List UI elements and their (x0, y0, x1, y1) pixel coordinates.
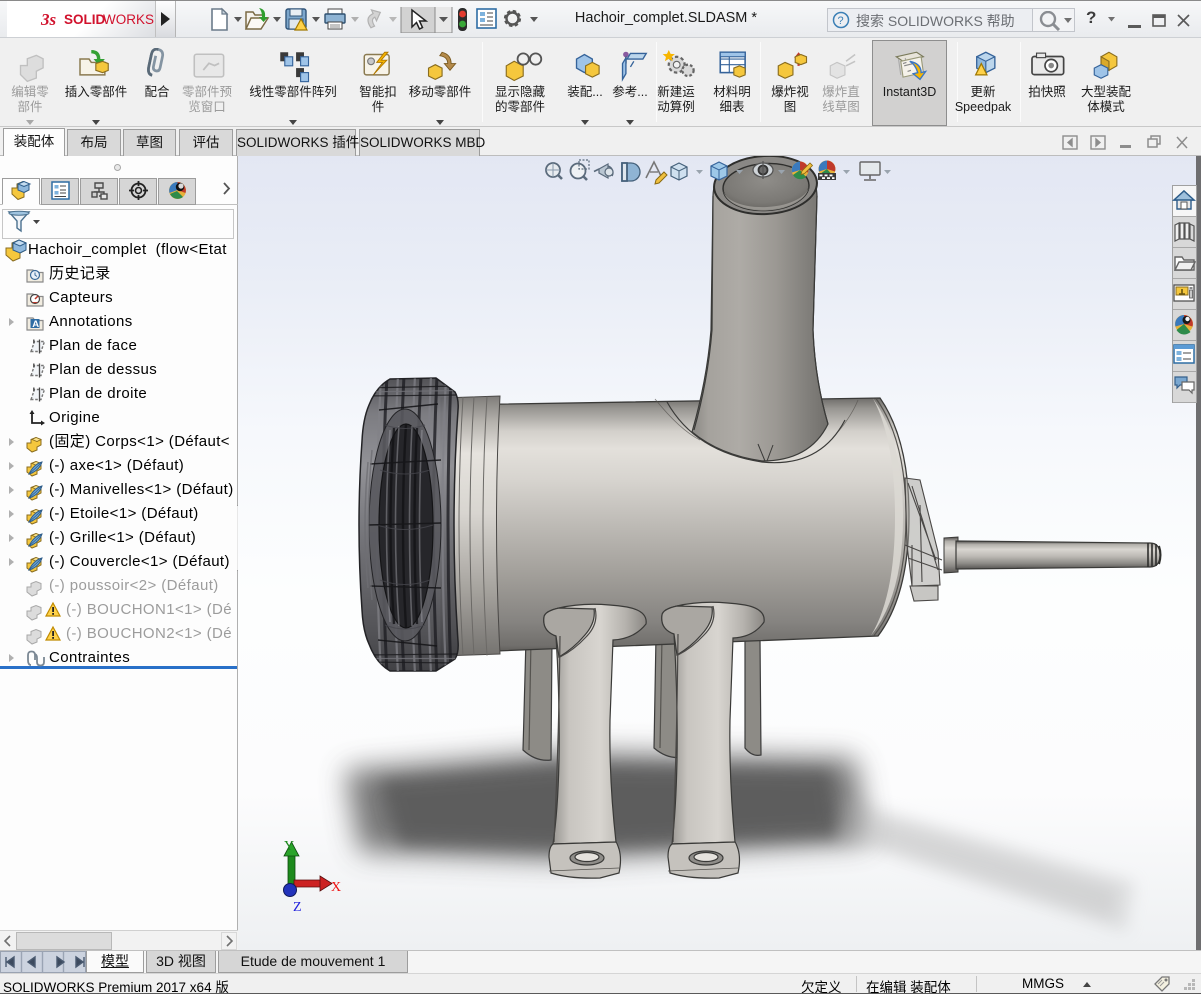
svg-text:3s: 3s (40, 10, 57, 29)
svg-text:A: A (32, 319, 39, 330)
svg-text:X: X (331, 880, 341, 895)
svg-text:WORKS: WORKS (103, 12, 154, 27)
svg-text:SOLID: SOLID (64, 12, 106, 27)
svg-text:Y: Y (284, 839, 294, 854)
svg-text:Z: Z (293, 900, 302, 915)
svg-text:?: ? (838, 15, 844, 27)
